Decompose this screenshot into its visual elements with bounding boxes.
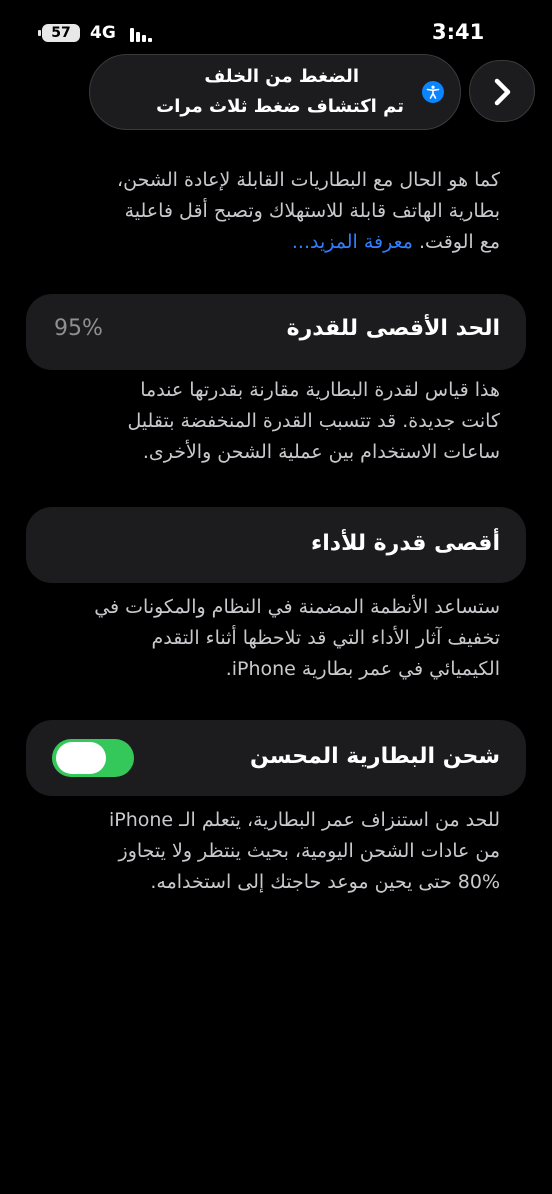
maximum-capacity-description: هذا قياس لقدرة البطارية مقارنة بقدرتها ع…: [127, 375, 500, 468]
back-tap-subtitle: تم اكتشاف ضغط ثلاث مرات: [156, 96, 404, 117]
maximum-capacity-label: الحد الأقصى للقدرة: [286, 316, 500, 341]
chevron-right-button[interactable]: [469, 60, 535, 122]
optimized-charging-row: شحن البطارية المحسن: [26, 720, 526, 796]
back-tap-banner[interactable]: الضغط من الخلف تم اكتشاف ضغط ثلاث مرات: [89, 54, 461, 130]
peak-performance-description: ستساعد الأنظمة المضمنة في النظام والمكون…: [94, 592, 500, 685]
battery-intro-text: كما هو الحال مع البطاريات القابلة لإعادة…: [117, 165, 500, 258]
clock: 3:41: [432, 20, 485, 44]
optimized-charging-label: شحن البطارية المحسن: [250, 744, 500, 769]
description-line: ستساعد الأنظمة المضمنة في النظام والمكون…: [94, 596, 500, 618]
battery-icon: 57: [38, 24, 80, 42]
peak-performance-label: أقصى قدرة للأداء: [310, 531, 500, 556]
maximum-capacity-value: 95%: [54, 316, 103, 341]
description-line: من عادات الشحن اليومية، بحيث ينتظر ولا ي…: [118, 840, 500, 862]
description-line: كانت جديدة. قد تتسبب القدرة المنخفضة بتق…: [127, 410, 500, 432]
status-bar: 57 4G 3:41: [0, 0, 552, 60]
intro-line: كما هو الحال مع البطاريات القابلة لإعادة…: [117, 169, 500, 191]
optimized-charging-description: للحد من استنزاف عمر البطارية، يتعلم الـ …: [109, 805, 500, 898]
signal-strength-icon: [130, 26, 156, 42]
description-line: تخفيف آثار الأداء التي قد تلاحظها أثناء …: [151, 627, 500, 649]
toggle-knob: [56, 742, 106, 774]
description-line: للحد من استنزاف عمر البطارية، يتعلم الـ …: [108, 809, 500, 831]
intro-line: بطارية الهاتف قابلة للاستهلاك وتصبح أقل …: [124, 200, 500, 222]
description-line: الكيميائي في عمر بطارية iPhone.: [225, 658, 500, 680]
maximum-capacity-row: 95% الحد الأقصى للقدرة: [26, 294, 526, 370]
optimized-charging-toggle[interactable]: [52, 739, 134, 777]
description-line: هذا قياس لقدرة البطارية مقارنة بقدرتها ع…: [140, 379, 500, 401]
learn-more-link[interactable]: معرفة المزيد...: [292, 231, 413, 253]
chevron-right-icon: [494, 78, 511, 106]
back-tap-title: الضغط من الخلف: [204, 66, 359, 87]
description-line: 80% حتى يحين موعد حاجتك إلى استخدامه.: [150, 871, 500, 893]
description-line: ساعات الاستخدام بين عملية الشحن والأخرى.: [142, 441, 500, 463]
battery-level: 57: [51, 25, 71, 41]
accessibility-icon: [422, 81, 444, 103]
peak-performance-row: أقصى قدرة للأداء: [26, 507, 526, 583]
intro-line: مع الوقت.: [419, 231, 500, 253]
network-type: 4G: [90, 23, 116, 43]
